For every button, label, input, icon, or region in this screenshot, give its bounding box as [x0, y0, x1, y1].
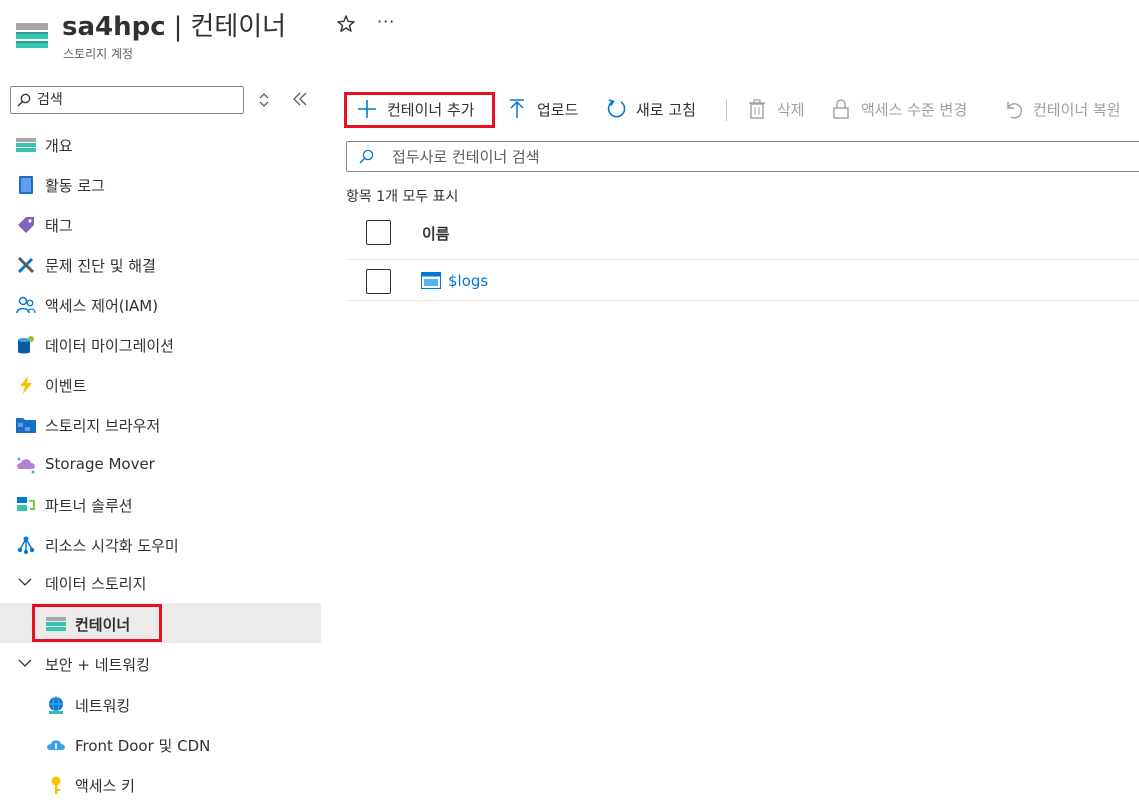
page-header: sa4hpc | 컨테이너 스토리지 계정 ···: [0, 0, 1139, 70]
sidebar-item-storage-mover[interactable]: Storage Mover: [0, 444, 321, 484]
partner-solutions-icon: [17, 497, 35, 511]
storage-mover-icon: [17, 457, 35, 474]
lock-icon: [833, 99, 849, 119]
sidebar-item-label: Front Door 및 CDN: [75, 737, 211, 755]
data-migration-icon: [18, 336, 34, 354]
select-all-checkbox[interactable]: [366, 220, 391, 245]
tag-icon: [18, 217, 34, 233]
sidebar-item-label: 스토리지 브라우저: [45, 417, 161, 435]
container-icon: [421, 272, 441, 289]
sidebar-item-label: 파트너 솔루션: [45, 497, 133, 515]
sidebar-item-storage-browser[interactable]: 스토리지 브라우저: [0, 404, 321, 444]
resource-visualizer-icon: [17, 536, 35, 554]
sidebar-item-label: 액세스 키: [75, 777, 135, 795]
cloud-icon: [47, 740, 65, 750]
networking-icon: [49, 696, 63, 714]
resource-type: 스토리지 계정: [63, 47, 134, 61]
iam-icon: [16, 296, 36, 314]
command-bar: 컨테이너 추가 업로드 새로 고침 삭제 액세스 수준 변경 컨테이너 복원: [330, 92, 1139, 126]
sidebar-item-label: 네트워킹: [75, 697, 131, 715]
storage-account-icon: [16, 23, 48, 48]
sidebar-item-containers[interactable]: 컨테이너: [0, 603, 321, 643]
search-icon: [359, 149, 374, 164]
main-content: 컨테이너 추가 업로드 새로 고침 삭제 액세스 수준 변경 컨테이너 복원 접…: [330, 82, 1139, 803]
chevron-down-icon: [18, 578, 32, 586]
nav-search-box[interactable]: [10, 86, 244, 114]
add-container-button[interactable]: 컨테이너 추가: [356, 92, 475, 126]
sidebar-item-partner-solutions[interactable]: 파트너 솔루션: [0, 484, 321, 524]
favorite-star-icon[interactable]: [336, 14, 356, 34]
group-label: 데이터 스토리지: [45, 575, 147, 593]
resource-name: sa4hpc: [62, 12, 166, 42]
overview-icon: [16, 138, 36, 152]
sidebar-item-access-keys[interactable]: 액세스 키: [0, 764, 321, 803]
group-label: 보안 + 네트워킹: [45, 656, 150, 674]
sidebar-item-resource-visualizer[interactable]: 리소스 시각화 도우미: [0, 524, 321, 564]
sidebar-item-events[interactable]: 이벤트: [0, 364, 321, 404]
sidebar-item-label: 개요: [45, 137, 73, 155]
sidebar-item-label: 문제 진단 및 해결: [45, 257, 156, 275]
group-security-networking[interactable]: 보안 + 네트워킹: [0, 643, 321, 683]
sidebar-item-iam[interactable]: 액세스 제어(IAM): [0, 284, 321, 324]
left-nav: 개요 활동 로그 태그 문제 진단 및 해결 액세스 제어(IAM) 데이터 마…: [0, 82, 321, 803]
sidebar-item-data-migration[interactable]: 데이터 마이그레이션: [0, 324, 321, 364]
search-icon: [17, 93, 31, 107]
storage-browser-icon: [16, 418, 36, 433]
item-count: 항목 1개 모두 표시: [346, 189, 459, 205]
sidebar-item-label: 컨테이너: [75, 616, 131, 634]
page-title: sa4hpc | 컨테이너: [62, 6, 286, 43]
container-filter-input[interactable]: [392, 147, 1092, 167]
sidebar-item-label: 데이터 마이그레이션: [45, 337, 174, 355]
table-header: 이름: [346, 210, 1139, 260]
restore-container-button[interactable]: 컨테이너 복원: [1002, 92, 1121, 126]
upload-button[interactable]: 업로드: [506, 92, 578, 126]
sidebar-item-label: Storage Mover: [45, 455, 155, 473]
sidebar-item-activity-log[interactable]: 활동 로그: [0, 164, 321, 204]
undo-icon: [1007, 102, 1023, 119]
add-container-label: 컨테이너 추가: [387, 100, 475, 119]
container-name-link[interactable]: $logs: [448, 272, 488, 290]
table-row: $logs: [346, 260, 1139, 301]
sidebar-item-overview[interactable]: 개요: [0, 124, 321, 164]
sidebar-item-diagnose[interactable]: 문제 진단 및 해결: [0, 244, 321, 284]
trash-icon: [749, 99, 765, 119]
sidebar-item-label: 태그: [45, 217, 73, 235]
container-filter[interactable]: [346, 141, 1139, 172]
diagnose-icon: [17, 256, 35, 274]
key-icon: [51, 776, 61, 794]
more-options-icon[interactable]: ···: [377, 12, 395, 31]
delete-button[interactable]: 삭제: [746, 92, 805, 126]
sidebar-item-front-door-cdn[interactable]: Front Door 및 CDN: [0, 724, 321, 764]
refresh-icon: [607, 99, 626, 118]
sidebar-item-label: 이벤트: [45, 377, 87, 395]
sidebar-item-networking[interactable]: 네트워킹: [0, 684, 321, 724]
change-access-level-button[interactable]: 액세스 수준 변경: [830, 92, 967, 126]
sidebar-item-label: 리소스 시각화 도우미: [45, 537, 179, 555]
nav-search-input[interactable]: [37, 90, 237, 110]
delete-label: 삭제: [777, 100, 805, 119]
sidebar-item-label: 활동 로그: [45, 177, 105, 195]
title-separator: |: [173, 12, 183, 42]
expand-collapse-icon[interactable]: [257, 92, 271, 108]
activity-log-icon: [19, 176, 33, 194]
container-icon: [46, 617, 66, 631]
refresh-button[interactable]: 새로 고침: [605, 92, 696, 126]
sidebar-item-tags[interactable]: 태그: [0, 204, 321, 244]
row-checkbox[interactable]: [366, 269, 391, 294]
upload-icon: [510, 99, 524, 118]
restore-label: 컨테이너 복원: [1033, 100, 1121, 119]
group-data-storage[interactable]: 데이터 스토리지: [0, 562, 321, 602]
toolbar-divider: [726, 99, 727, 121]
refresh-label: 새로 고침: [636, 100, 696, 119]
lightning-icon: [20, 376, 32, 394]
column-header-name[interactable]: 이름: [422, 223, 450, 244]
sidebar-item-label: 액세스 제어(IAM): [45, 297, 159, 315]
chevron-down-icon: [18, 659, 32, 667]
upload-label: 업로드: [537, 100, 579, 119]
collapse-sidebar-icon[interactable]: [292, 92, 308, 106]
page-name: 컨테이너: [190, 12, 287, 42]
plus-icon: [358, 100, 376, 118]
change-access-label: 액세스 수준 변경: [861, 100, 968, 119]
